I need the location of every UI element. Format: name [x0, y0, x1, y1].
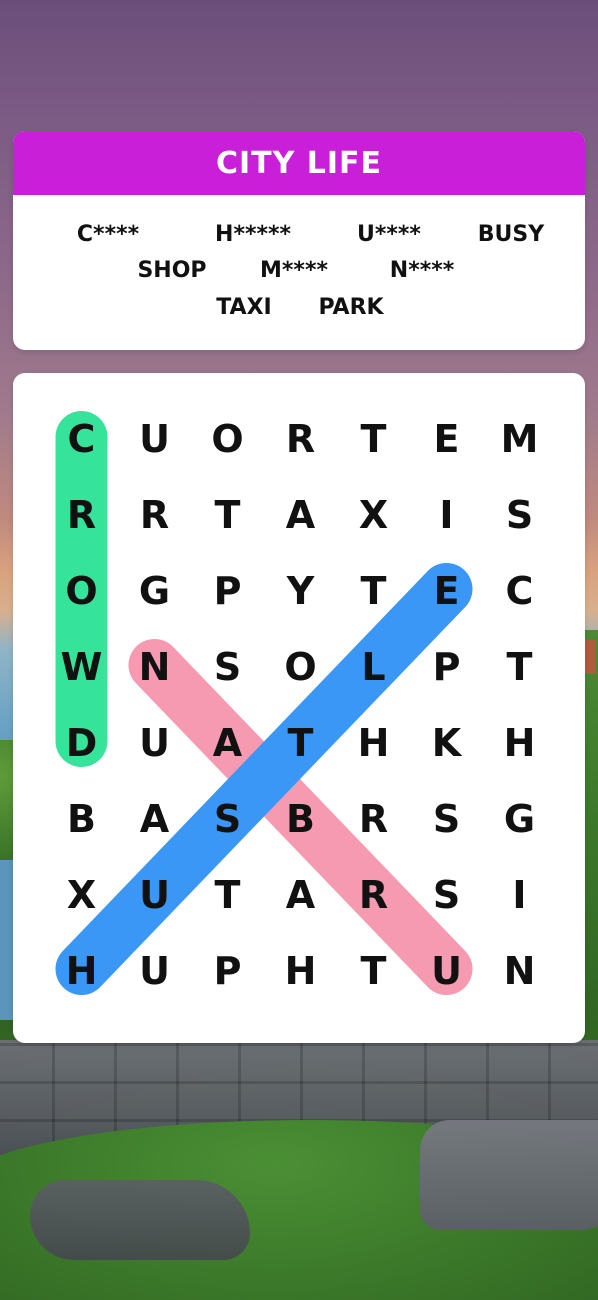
grid-cell-r4c6[interactable]: H	[483, 705, 556, 781]
word-item: BUSY	[477, 222, 545, 247]
word-panel: CITY LIFE C**** H***** U**** BUSY SHOP M…	[13, 131, 585, 350]
grid-cell-r1c5[interactable]: I	[410, 477, 483, 553]
grid-cell-r4c4[interactable]: H	[337, 705, 410, 781]
grid-cell-r2c1[interactable]: G	[118, 553, 191, 629]
grid-cell-r7c1[interactable]: U	[118, 933, 191, 1009]
grid-cell-r7c3[interactable]: H	[264, 933, 337, 1009]
grid-cell-r2c3[interactable]: Y	[264, 553, 337, 629]
grid-cell-r3c3[interactable]: O	[264, 629, 337, 705]
grid-cell-r7c0[interactable]: H	[45, 933, 118, 1009]
word-item: H*****	[215, 222, 291, 247]
grid-cell-r1c2[interactable]: T	[191, 477, 264, 553]
grid-cell-r0c2[interactable]: O	[191, 401, 264, 477]
grid-cell-r3c2[interactable]: S	[191, 629, 264, 705]
puzzle-title: CITY LIFE	[13, 131, 585, 195]
word-item: PARK	[318, 295, 384, 320]
grid-cell-r0c0[interactable]: C	[45, 401, 118, 477]
word-item: M****	[260, 258, 328, 283]
grid-cell-r1c0[interactable]: R	[45, 477, 118, 553]
grid-cell-r5c5[interactable]: S	[410, 781, 483, 857]
grid-cell-r2c4[interactable]: T	[337, 553, 410, 629]
word-list: C**** H***** U**** BUSY SHOP M**** N****…	[13, 195, 585, 350]
grid-cell-r4c2[interactable]: A	[191, 705, 264, 781]
grid-cell-r0c4[interactable]: T	[337, 401, 410, 477]
grid-cell-r4c3[interactable]: T	[264, 705, 337, 781]
grid-cell-r0c6[interactable]: M	[483, 401, 556, 477]
grid-cell-r6c6[interactable]: I	[483, 857, 556, 933]
grid-cell-r7c6[interactable]: N	[483, 933, 556, 1009]
grid-cell-r0c1[interactable]: U	[118, 401, 191, 477]
word-item: N****	[389, 258, 455, 283]
grid-cell-r1c4[interactable]: X	[337, 477, 410, 553]
grid-cell-r2c6[interactable]: C	[483, 553, 556, 629]
grid-cell-r3c6[interactable]: T	[483, 629, 556, 705]
grid-cell-r6c4[interactable]: R	[337, 857, 410, 933]
letter-grid[interactable]: CUORTEMRRTAXISOGPYTECWNSOLPTDUATHKHBASBR…	[45, 401, 556, 1009]
word-item: C****	[76, 222, 140, 247]
grid-cell-r1c1[interactable]: R	[118, 477, 191, 553]
grid-cell-r5c6[interactable]: G	[483, 781, 556, 857]
grid-cell-r5c2[interactable]: S	[191, 781, 264, 857]
grid-cell-r6c1[interactable]: U	[118, 857, 191, 933]
grid-cell-r5c1[interactable]: A	[118, 781, 191, 857]
grid-cell-r6c3[interactable]: A	[264, 857, 337, 933]
grid-cell-r0c3[interactable]: R	[264, 401, 337, 477]
word-item: U****	[357, 222, 421, 247]
grid-cell-r6c0[interactable]: X	[45, 857, 118, 933]
grid-cell-r1c3[interactable]: A	[264, 477, 337, 553]
background-rock-right	[420, 1120, 598, 1230]
grid-cell-r6c5[interactable]: S	[410, 857, 483, 933]
grid-cell-r5c3[interactable]: B	[264, 781, 337, 857]
grid-cell-r4c1[interactable]: U	[118, 705, 191, 781]
grid-cell-r7c2[interactable]: P	[191, 933, 264, 1009]
grid-cell-r4c0[interactable]: D	[45, 705, 118, 781]
grid-cell-r5c0[interactable]: B	[45, 781, 118, 857]
grid-cell-r0c5[interactable]: E	[410, 401, 483, 477]
word-item: SHOP	[137, 258, 207, 283]
grid-cell-r7c4[interactable]: T	[337, 933, 410, 1009]
grid-cell-r3c0[interactable]: W	[45, 629, 118, 705]
grid-cell-r4c5[interactable]: K	[410, 705, 483, 781]
grid-cell-r2c5[interactable]: E	[410, 553, 483, 629]
game-screen: CITY LIFE C**** H***** U**** BUSY SHOP M…	[0, 0, 598, 1300]
grid-cell-r1c6[interactable]: S	[483, 477, 556, 553]
grid-cell-r3c1[interactable]: N	[118, 629, 191, 705]
grid-cell-r6c2[interactable]: T	[191, 857, 264, 933]
grid-cell-r2c0[interactable]: O	[45, 553, 118, 629]
grid-cell-r7c5[interactable]: U	[410, 933, 483, 1009]
grid-cell-r5c4[interactable]: R	[337, 781, 410, 857]
letter-grid-panel: CUORTEMRRTAXISOGPYTECWNSOLPTDUATHKHBASBR…	[13, 373, 585, 1043]
grid-cell-r2c2[interactable]: P	[191, 553, 264, 629]
background-rock	[30, 1180, 250, 1260]
grid-cell-r3c4[interactable]: L	[337, 629, 410, 705]
grid-cell-r3c5[interactable]: P	[410, 629, 483, 705]
word-item: TAXI	[216, 295, 272, 320]
